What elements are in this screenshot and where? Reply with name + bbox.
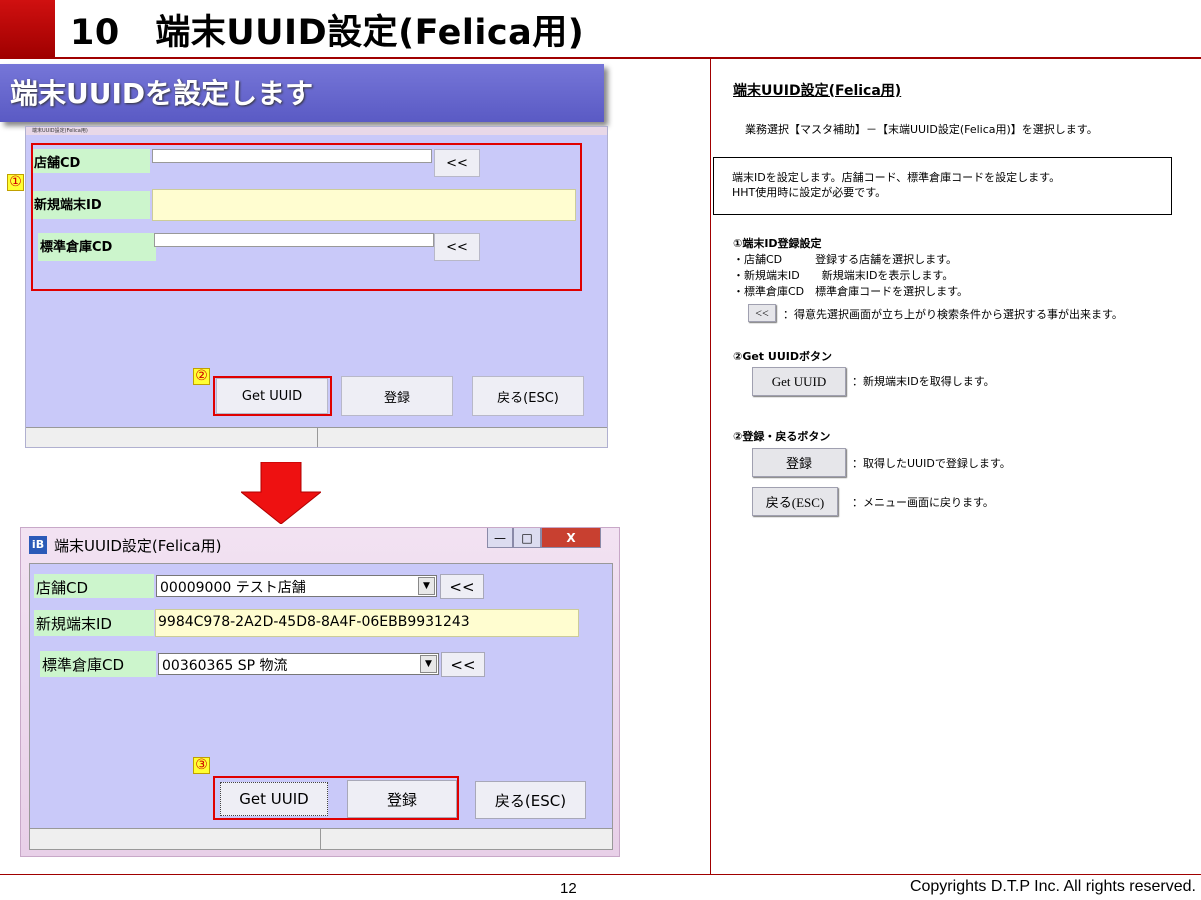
register-button-sample[interactable]: 登録: [752, 448, 846, 477]
warehouse-value: 00360365 SP 物流: [162, 658, 288, 674]
description-box: 端末IDを設定します。店舗コード、標準倉庫コードを設定します。 HHT使用時に設…: [713, 157, 1172, 215]
window-titlebar: 端末UUID設定(Felica用): [26, 127, 607, 135]
marker-1: ①: [7, 174, 24, 191]
section1-line-2: ・新規端末ID 新規端末IDを表示します。: [733, 269, 954, 282]
back-button[interactable]: 戻る(ESC): [475, 781, 586, 819]
menu-path: 業務選択【マスタ補助】－【末端UUID設定(Felica用)】を選択します。: [745, 123, 1098, 136]
section-banner: 端末UUIDを設定します: [0, 64, 604, 122]
highlight-box-3: [213, 776, 459, 820]
screenshot-before: 端末UUID設定(Felica用) 店舗CD << 新規端末ID 標準倉庫CD …: [25, 126, 608, 448]
column-divider: [710, 59, 711, 874]
description-line-2: HHT使用時に設定が必要です。: [732, 186, 887, 199]
marker-3: ③: [193, 757, 210, 774]
section1-title: ①端末ID登録設定: [733, 237, 822, 250]
store-label: 店舗CD: [34, 574, 154, 598]
warehouse-lookup-button[interactable]: <<: [441, 652, 485, 677]
section3-title: ②登録・戻るボタン: [733, 430, 831, 443]
section1-line-1: ・店舗CD 登録する店舗を選択します。: [733, 253, 958, 266]
title-accent-bar: [0, 0, 55, 57]
copyright: Copyrights D.T.P Inc. All rights reserve…: [909, 878, 1196, 895]
store-value: 00009000 テスト店舗: [160, 580, 306, 596]
section2-title: ②Get UUIDボタン: [733, 350, 832, 363]
screenshot-after: iB 端末UUID設定(Felica用) — □ X 店舗CD 00009000…: [20, 527, 620, 857]
warehouse-label: 標準倉庫CD: [40, 651, 156, 677]
back-desc: ：メニュー画面に戻ります。: [852, 496, 994, 509]
down-arrow-icon: [241, 462, 321, 524]
new-terminal-label: 新規端末ID: [34, 610, 154, 636]
new-terminal-field[interactable]: 9984C978-2A2D-45D8-8A4F-06EBB9931243: [155, 609, 579, 637]
highlight-box-2: [213, 376, 332, 416]
status-bar: [26, 427, 607, 447]
form-area: 店舗CD 00009000 テスト店舗 ▼ << 新規端末ID 9984C978…: [29, 563, 613, 850]
store-lookup-button[interactable]: <<: [440, 574, 484, 599]
minimize-button[interactable]: —: [487, 528, 513, 548]
app-icon: iB: [29, 536, 47, 554]
section1-line-3: ・標準倉庫CD 標準倉庫コードを選択します。: [733, 285, 969, 298]
description-line-1: 端末IDを設定します。店舗コード、標準倉庫コードを設定します。: [732, 171, 1061, 184]
back-button[interactable]: 戻る(ESC): [472, 376, 584, 416]
status-cell: [26, 428, 318, 447]
status-bar: [30, 828, 612, 849]
page-title: 10 端末UUID設定(Felica用): [70, 13, 585, 53]
dropdown-arrow-icon[interactable]: ▼: [418, 577, 435, 595]
register-desc: ：取得したUUIDで登録します。: [852, 457, 1011, 470]
lookup-desc: ：得意先選択画面が立ち上がり検索条件から選択する事が出来ます。: [783, 308, 1123, 321]
dropdown-arrow-icon[interactable]: ▼: [420, 655, 437, 673]
status-cell: [30, 829, 321, 849]
marker-2: ②: [193, 368, 210, 385]
right-heading: 端末UUID設定(Felica用): [733, 83, 902, 99]
lookup-button-sample[interactable]: <<: [748, 304, 776, 322]
get-uuid-desc: ：新規端末IDを取得します。: [852, 375, 995, 388]
register-button[interactable]: 登録: [341, 376, 453, 416]
highlight-box-1: [31, 143, 582, 291]
warehouse-combo[interactable]: 00360365 SP 物流 ▼: [158, 653, 439, 675]
get-uuid-button-sample[interactable]: Get UUID: [752, 367, 846, 396]
store-combo[interactable]: 00009000 テスト店舗 ▼: [156, 575, 437, 597]
close-button[interactable]: X: [541, 528, 601, 548]
footer-rule: [0, 874, 1201, 875]
page-number: 12: [560, 880, 577, 897]
back-button-sample[interactable]: 戻る(ESC): [752, 487, 838, 516]
maximize-button[interactable]: □: [513, 528, 541, 548]
title-rule: [0, 57, 1201, 59]
window-title: 端末UUID設定(Felica用): [54, 537, 222, 555]
